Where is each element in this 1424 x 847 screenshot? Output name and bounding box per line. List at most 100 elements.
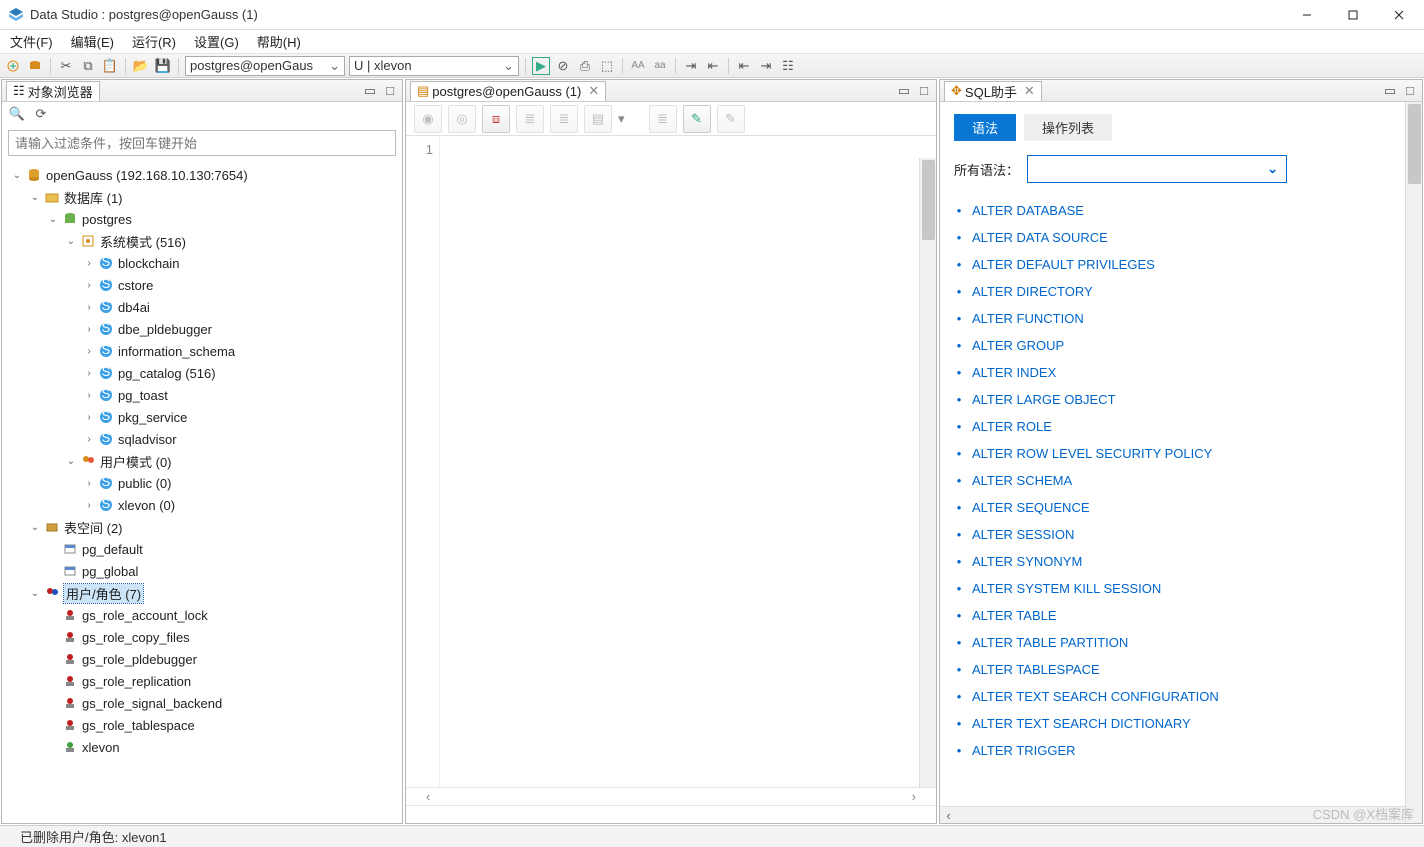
- tree-role-item[interactable]: gs_role_tablespace: [4, 714, 400, 736]
- syntax-link[interactable]: •ALTER TABLE PARTITION: [954, 629, 1408, 656]
- close-tab-icon[interactable]: ✕: [1024, 83, 1035, 99]
- minimize-button[interactable]: [1284, 0, 1330, 30]
- syntax-link[interactable]: •ALTER INDEX: [954, 359, 1408, 386]
- syntax-link[interactable]: •ALTER DATA SOURCE: [954, 224, 1408, 251]
- object-tree[interactable]: ⌄openGauss (192.168.10.130:7654)⌄数据库 (1)…: [2, 160, 402, 823]
- search-icon[interactable]: 🔍: [8, 105, 26, 123]
- syntax-link[interactable]: •ALTER DATABASE: [954, 197, 1408, 224]
- tree-role-item[interactable]: gs_role_account_lock: [4, 604, 400, 626]
- run-line-button[interactable]: ◎: [448, 105, 476, 133]
- syntax-link[interactable]: •ALTER SESSION: [954, 521, 1408, 548]
- maximize-panel-icon[interactable]: □: [382, 83, 398, 99]
- maximize-panel-icon[interactable]: □: [916, 83, 932, 99]
- prev-icon[interactable]: ⇤: [735, 57, 753, 75]
- twisty-icon[interactable]: ›: [82, 258, 96, 269]
- syntax-link[interactable]: •ALTER LARGE OBJECT: [954, 386, 1408, 413]
- tree-schema-item[interactable]: ›Spg_catalog (516): [4, 362, 400, 384]
- sql-assistant-tab[interactable]: ✥ SQL助手 ✕: [944, 81, 1042, 101]
- maximize-button[interactable]: [1330, 0, 1376, 30]
- menu-settings[interactable]: 设置(G): [188, 30, 245, 53]
- syntax-link[interactable]: •ALTER TRIGGER: [954, 737, 1408, 764]
- tree-role-item[interactable]: gs_role_replication: [4, 670, 400, 692]
- close-tab-icon[interactable]: ✕: [588, 83, 599, 99]
- tree-schema-item[interactable]: ›Sblockchain: [4, 252, 400, 274]
- lowercase-icon[interactable]: aa: [651, 57, 669, 75]
- stop-button[interactable]: ⧈: [482, 105, 510, 133]
- close-button[interactable]: [1376, 0, 1422, 30]
- tree-role-item[interactable]: gs_role_signal_backend: [4, 692, 400, 714]
- explain-icon[interactable]: ⎙: [576, 57, 594, 75]
- tree-role-item[interactable]: gs_role_copy_files: [4, 626, 400, 648]
- format-button[interactable]: ≣: [516, 105, 544, 133]
- maximize-panel-icon[interactable]: □: [1402, 83, 1418, 99]
- editor-text-area[interactable]: [440, 136, 936, 787]
- tree-tablespaces[interactable]: ⌄表空间 (2): [4, 516, 400, 538]
- tree-connection[interactable]: ⌄openGauss (192.168.10.130:7654): [4, 164, 400, 186]
- tab-syntax[interactable]: 语法: [954, 114, 1016, 141]
- tree-tablespace-item[interactable]: pg_global: [4, 560, 400, 582]
- menu-help[interactable]: 帮助(H): [251, 30, 307, 53]
- tree-databases[interactable]: ⌄数据库 (1): [4, 186, 400, 208]
- run-button[interactable]: ◉: [414, 105, 442, 133]
- tree-database[interactable]: ⌄postgres: [4, 208, 400, 230]
- export-button[interactable]: ≣: [649, 105, 677, 133]
- new-connection-icon[interactable]: [4, 57, 22, 75]
- edit-button[interactable]: ✎: [717, 105, 745, 133]
- tree-schema-item[interactable]: ›Spkg_service: [4, 406, 400, 428]
- copy-icon[interactable]: ⧉: [79, 57, 97, 75]
- filter-input[interactable]: [8, 130, 396, 156]
- execute-icon[interactable]: ▶: [532, 57, 550, 75]
- misc-icon[interactable]: ☷: [779, 57, 797, 75]
- connection-combo[interactable]: postgres@openGaus ⌄: [185, 56, 345, 76]
- twisty-icon[interactable]: ⌄: [46, 214, 60, 225]
- scroll-left-icon[interactable]: ‹: [940, 808, 957, 823]
- chevron-down-icon[interactable]: ▾: [618, 111, 625, 127]
- tree-schema-item[interactable]: ›Sdb4ai: [4, 296, 400, 318]
- tree-schema-item[interactable]: ›Scstore: [4, 274, 400, 296]
- tree-user-schema[interactable]: ⌄用户模式 (0): [4, 450, 400, 472]
- wizard-button[interactable]: ✎: [683, 105, 711, 133]
- tree-schema-item[interactable]: ›Spg_toast: [4, 384, 400, 406]
- syntax-link[interactable]: •ALTER TABLE: [954, 602, 1408, 629]
- minimize-panel-icon[interactable]: ▭: [896, 83, 912, 99]
- object-browser-tab[interactable]: ☷ 对象浏览器: [6, 81, 100, 101]
- syntax-link[interactable]: •ALTER FUNCTION: [954, 305, 1408, 332]
- syntax-link[interactable]: •ALTER GROUP: [954, 332, 1408, 359]
- tree-schema-item[interactable]: ›Sinformation_schema: [4, 340, 400, 362]
- syntax-link[interactable]: •ALTER DEFAULT PRIVILEGES: [954, 251, 1408, 278]
- tree-schema-item[interactable]: ›Sxlevon (0): [4, 494, 400, 516]
- syntax-link[interactable]: •ALTER ROLE: [954, 413, 1408, 440]
- twisty-icon[interactable]: ›: [82, 346, 96, 357]
- stop-icon[interactable]: ⊘: [554, 57, 572, 75]
- refresh-icon[interactable]: ⟳: [32, 105, 50, 123]
- tree-system-schema[interactable]: ⌄系统模式 (516): [4, 230, 400, 252]
- twisty-icon[interactable]: ›: [82, 302, 96, 313]
- indent-icon[interactable]: ⇥: [682, 57, 700, 75]
- connection-icon[interactable]: [26, 57, 44, 75]
- twisty-icon[interactable]: ›: [82, 390, 96, 401]
- syntax-link[interactable]: •ALTER SYNONYM: [954, 548, 1408, 575]
- editor-tab[interactable]: ▤ postgres@openGauss (1) ✕: [410, 81, 606, 101]
- twisty-icon[interactable]: ›: [82, 280, 96, 291]
- uppercase-icon[interactable]: AA: [629, 57, 647, 75]
- assistant-vscrollbar[interactable]: [1405, 102, 1422, 823]
- format-icon[interactable]: ⬚: [598, 57, 616, 75]
- editor-vscrollbar[interactable]: [919, 158, 936, 787]
- plan-button[interactable]: ▤: [584, 105, 612, 133]
- syntax-link[interactable]: •ALTER TABLESPACE: [954, 656, 1408, 683]
- syntax-link[interactable]: •ALTER TEXT SEARCH DICTIONARY: [954, 710, 1408, 737]
- twisty-icon[interactable]: ⌄: [28, 522, 42, 533]
- open-icon[interactable]: 📂: [132, 57, 150, 75]
- syntax-link[interactable]: •ALTER TEXT SEARCH CONFIGURATION: [954, 683, 1408, 710]
- twisty-icon[interactable]: ⌄: [64, 456, 78, 467]
- twisty-icon[interactable]: ›: [82, 324, 96, 335]
- explain-button[interactable]: ≣: [550, 105, 578, 133]
- twisty-icon[interactable]: ›: [82, 500, 96, 511]
- minimize-panel-icon[interactable]: ▭: [1382, 83, 1398, 99]
- twisty-icon[interactable]: ›: [82, 412, 96, 423]
- tree-role-item[interactable]: gs_role_pldebugger: [4, 648, 400, 670]
- tree-schema-item[interactable]: ›Ssqladvisor: [4, 428, 400, 450]
- save-icon[interactable]: 💾: [154, 57, 172, 75]
- menu-run[interactable]: 运行(R): [126, 30, 182, 53]
- syntax-link[interactable]: •ALTER SYSTEM KILL SESSION: [954, 575, 1408, 602]
